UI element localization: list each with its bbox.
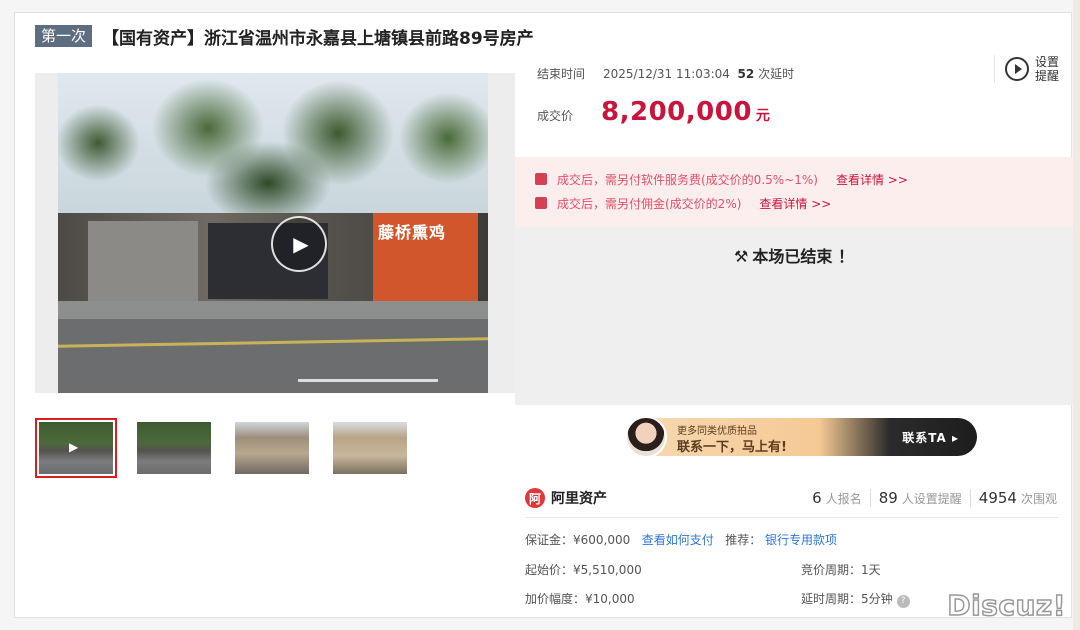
contact-agent-banner[interactable]: 更多同类优质拍品 联系一下，马上有! 联系TA ▸ — [625, 416, 977, 458]
deposit-row: 保证金：¥600,000 查看如何支付 推荐： 银行专用款项 — [525, 531, 837, 548]
page-edge — [1073, 0, 1080, 630]
play-video-button[interactable]: ▶ — [271, 216, 327, 272]
alarm-clock-icon — [1005, 57, 1029, 81]
agent-avatar — [625, 416, 667, 458]
final-price-label: 成交价 — [537, 109, 574, 123]
notice-icon — [535, 197, 547, 209]
media-viewer[interactable]: 藤桥熏鸡 ▶ — [35, 73, 515, 393]
bid-increment: 加价幅度：¥10,000 — [525, 592, 635, 606]
fee-notice-box: 成交后，需另付软件服务费(成交价的0.5%~1%) 查看详情 >> 成交后，需另… — [515, 157, 1073, 227]
notice-text: 成交后，需另付佣金(成交价的2%) — [557, 196, 742, 211]
contact-ta-button[interactable]: 联系TA ▸ — [902, 429, 959, 446]
banner-title: 联系一下，马上有! — [677, 440, 787, 455]
help-icon[interactable]: ? — [896, 595, 910, 608]
auction-info-panel: 结束时间 2025/12/31 11:03:04 52 次延时 设置提醒 成交价… — [515, 53, 1073, 619]
end-time-row: 结束时间 2025/12/31 11:03:04 52 次延时 — [537, 65, 794, 82]
final-price: 8,200,000 元 — [601, 97, 770, 127]
thumbnail-video[interactable]: ▶ — [35, 418, 117, 478]
banner-subtitle: 更多同类优质拍品 — [677, 426, 757, 437]
end-time-label: 结束时间 — [537, 67, 586, 81]
discuz-watermark: Discuz! — [947, 588, 1067, 623]
auction-ended-box: ⚒ 本场已结束 ！ — [515, 227, 1073, 405]
auction-page: 第一次 【国有资产】浙江省温州市永嘉县上塘镇县前路89号房产 藤桥熏鸡 ▶ ▶ — [14, 12, 1073, 619]
auction-ended-status: ⚒ 本场已结束 ！ — [734, 247, 854, 266]
property-video-frame: 藤桥熏鸡 ▶ — [58, 73, 488, 393]
stat-registrations: 6 人报名 — [812, 489, 862, 507]
shop-sign: 藤桥熏鸡 — [378, 223, 447, 242]
page-title: 【国有资产】浙江省温州市永嘉县上塘镇县前路89号房产 — [102, 28, 534, 49]
notice-text: 成交后，需另付软件服务费(成交价的0.5%~1%) — [557, 172, 818, 187]
notice-icon — [535, 173, 547, 185]
thumbnail-street[interactable] — [133, 418, 215, 478]
end-time-value: 2025/12/31 11:03:04 52 次延时 — [603, 67, 795, 81]
thumbnail-strip: ▶ — [35, 418, 411, 478]
title-row: 第一次 【国有资产】浙江省温州市永嘉县上塘镇县前路89号房产 — [35, 23, 534, 49]
set-reminder-label: 设置提醒 — [1035, 55, 1060, 83]
divider — [525, 517, 1059, 518]
delay-period: 延时周期：5分钟 — [801, 592, 893, 606]
play-icon: ▶ — [293, 232, 309, 256]
deposit-text: 保证金：¥600,000 — [525, 533, 631, 547]
round-badge: 第一次 — [35, 25, 93, 47]
start-price: 起始价：¥5,510,000 — [525, 563, 642, 577]
recommend-label: 推荐： — [725, 533, 762, 547]
ali-asset-logo-icon: 阿 — [525, 488, 545, 508]
how-to-pay-link[interactable]: 查看如何支付 — [642, 533, 714, 547]
platform-row: 阿 阿里资产 6 人报名 89 人设置提醒 4954 次围观 — [525, 485, 1065, 511]
view-details-link[interactable]: 查看详情 >> — [836, 171, 908, 188]
bank-fund-link[interactable]: 银行专用款项 — [765, 533, 837, 547]
bid-period: 竞价周期：1天 — [801, 563, 881, 577]
contact-banner-area: 更多同类优质拍品 联系一下，马上有! 联系TA ▸ — [519, 405, 1069, 469]
view-details-link[interactable]: 查看详情 >> — [759, 195, 831, 212]
thumbnail-house-front[interactable] — [329, 418, 411, 478]
final-price-row: 成交价 8,200,000 元 — [537, 97, 770, 127]
fee-notice-line: 成交后，需另付佣金(成交价的2%) 查看详情 >> — [535, 191, 1053, 215]
platform-name: 阿里资产 — [551, 491, 607, 507]
platform-logo[interactable]: 阿 阿里资产 — [525, 488, 607, 508]
play-icon: ▶ — [69, 440, 79, 454]
gavel-icon: ⚒ — [734, 247, 749, 266]
thumbnail-house[interactable] — [231, 418, 313, 478]
set-reminder-button[interactable]: 设置提醒 — [994, 55, 1061, 83]
delay-period-row: 延时周期：5分钟? — [801, 590, 910, 608]
fee-notice-line: 成交后，需另付软件服务费(成交价的0.5%~1%) 查看详情 >> — [535, 167, 1053, 191]
stat-reminders: 89 人设置提醒 — [869, 489, 970, 507]
auction-stats: 6 人报名 89 人设置提醒 4954 次围观 — [804, 489, 1065, 507]
stat-views: 4954 次围观 — [969, 489, 1065, 507]
